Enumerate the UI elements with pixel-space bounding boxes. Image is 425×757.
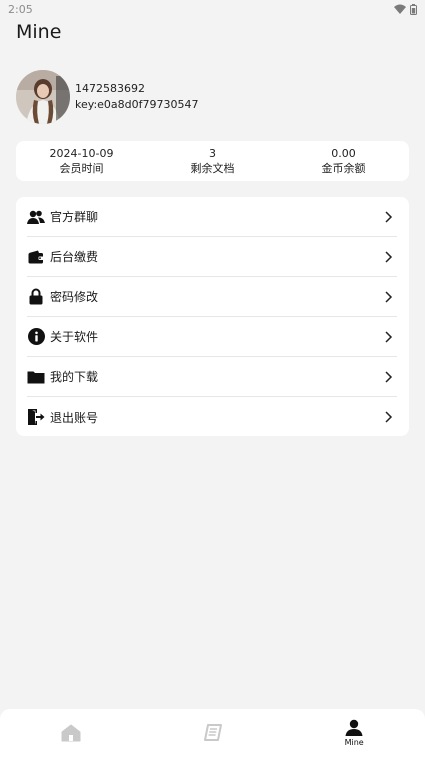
menu-item-backend-payment[interactable]: 后台缴费 (27, 237, 397, 277)
wifi-icon (394, 4, 406, 14)
avatar[interactable] (16, 70, 70, 124)
menu-item-label: 后台缴费 (50, 250, 99, 264)
account-id: 1472583692 (75, 82, 145, 95)
stat-value: 2024-10-09 (49, 147, 114, 160)
menu-item-logout[interactable]: 退出账号 (27, 397, 397, 437)
account-key: key:e0a8d0f79730547 (75, 98, 199, 111)
group-icon (27, 208, 45, 226)
lock-icon (27, 288, 45, 306)
chevron-right-icon (385, 291, 393, 303)
stat-value: 0.00 (331, 147, 356, 160)
chevron-right-icon (385, 331, 393, 343)
menu-item-about[interactable]: 关于软件 (27, 317, 397, 357)
menu-item-label: 关于软件 (50, 330, 99, 344)
menu-item-label: 退出账号 (50, 410, 99, 425)
stat-label: 金币余额 (321, 162, 366, 175)
battery-icon (410, 3, 417, 15)
menu-item-official-group[interactable]: 官方群聊 (27, 197, 397, 237)
status-time: 2:05 (8, 2, 33, 16)
tab-mine-label: Mine (344, 738, 364, 747)
stats-card: 2024-10-09 会员时间 3 剩余文档 0.00 金币余额 (16, 141, 409, 181)
menu-item-label: 密码修改 (50, 290, 99, 304)
stat-membership[interactable]: 2024-10-09 会员时间 (16, 146, 147, 176)
menu-item-change-password[interactable]: 密码修改 (27, 277, 397, 317)
bottom-nav: Mine (0, 709, 425, 757)
chevron-right-icon (385, 411, 393, 423)
menu-item-label: 官方群聊 (50, 210, 99, 224)
person-icon (345, 719, 363, 736)
stat-documents[interactable]: 3 剩余文档 (147, 146, 278, 176)
menu-card: 官方群聊 后台缴费 密码修改 关于软件 我的下载 退出账号 (16, 197, 409, 436)
book-icon (203, 724, 222, 741)
status-bar: 2:05 (0, 0, 425, 18)
menu-item-my-downloads[interactable]: 我的下载 (27, 357, 397, 397)
chevron-right-icon (385, 251, 393, 263)
folder-icon (27, 368, 45, 386)
chevron-right-icon (385, 211, 393, 223)
tab-home[interactable] (0, 709, 142, 757)
stat-coins[interactable]: 0.00 金币余额 (278, 146, 409, 176)
avatar-image (16, 70, 70, 124)
tab-mine[interactable]: Mine (283, 709, 425, 757)
info-icon (27, 328, 45, 346)
tab-library[interactable] (142, 709, 284, 757)
stat-value: 3 (209, 147, 216, 160)
home-icon (61, 724, 81, 742)
logout-icon (27, 408, 45, 426)
status-icons (394, 3, 417, 15)
profile-section: 1472583692 key:e0a8d0f79730547 (16, 70, 199, 124)
stat-label: 剩余文档 (190, 162, 235, 175)
profile-text: 1472583692 key:e0a8d0f79730547 (75, 81, 199, 113)
page-title: Mine (16, 21, 62, 43)
wallet-icon (27, 248, 45, 266)
stat-label: 会员时间 (59, 162, 104, 175)
chevron-right-icon (385, 371, 393, 383)
menu-item-label: 我的下载 (50, 370, 99, 384)
